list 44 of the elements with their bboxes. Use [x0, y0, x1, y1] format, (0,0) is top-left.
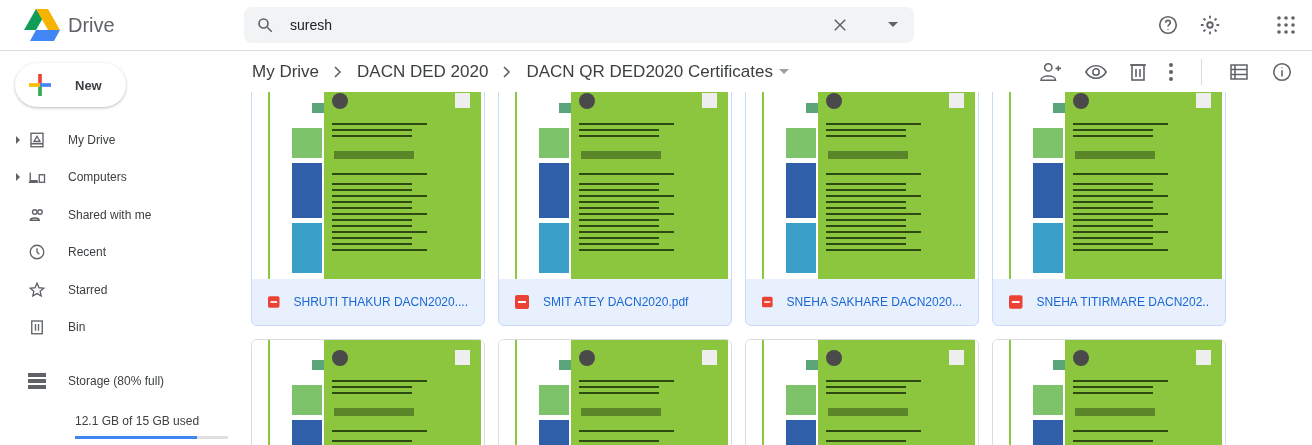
sidebar-item[interactable]: Shared with me: [0, 196, 240, 234]
file-card[interactable]: SNEHA SAKHARE DACN2020...: [745, 92, 979, 326]
sidebar-item[interactable]: My Drive: [0, 121, 240, 159]
star-icon: [28, 280, 46, 299]
file-card[interactable]: SNEHA TITIRMARE DACN202..: [992, 92, 1226, 326]
clock-icon: [28, 243, 46, 262]
file-name: SHRUTI THAKUR DACN2020....: [252, 279, 484, 325]
search-input[interactable]: suresh: [288, 16, 814, 34]
plus-icon: [29, 74, 51, 96]
app-name: Drive: [68, 13, 115, 37]
chevron-icon: [333, 65, 344, 78]
bin-icon: [28, 318, 46, 337]
new-button[interactable]: New: [15, 63, 126, 107]
pdf-icon: [1009, 295, 1023, 309]
pdf-icon: [762, 295, 773, 309]
sidebar-item[interactable]: Starred: [0, 271, 240, 309]
breadcrumb-item[interactable]: My Drive: [252, 61, 320, 82]
drive-icon: [28, 130, 46, 149]
chevron-icon: [502, 65, 513, 78]
storage-icon: [28, 372, 46, 389]
sidebar-item[interactable]: Bin: [0, 308, 240, 346]
search-icon: [256, 16, 274, 34]
pdf-icon: [268, 295, 280, 309]
breadcrumb-item[interactable]: DACN QR DED2020 Certificates: [526, 61, 789, 82]
sidebar-item[interactable]: Computers: [0, 158, 240, 196]
apps-button[interactable]: [1274, 13, 1298, 37]
caret-icon: [778, 68, 789, 75]
more-icon: [1169, 62, 1173, 81]
search-field[interactable]: suresh: [244, 7, 914, 43]
expand-icon[interactable]: [14, 135, 22, 144]
file-card[interactable]: SMIT ATEY DACN2020.pdf: [498, 92, 732, 326]
drive-logo-icon: [24, 9, 60, 41]
sidebar-item[interactable]: Recent: [0, 233, 240, 271]
breadcrumb-item[interactable]: DACN DED 2020: [357, 61, 489, 82]
file-name: SNEHA SAKHARE DACN2020...: [746, 279, 978, 325]
expand-icon[interactable]: [14, 173, 22, 182]
caret-icon: [887, 21, 899, 29]
pdf-icon: [515, 295, 529, 309]
storage-usage: 12.1 GB of 15 GB used: [75, 413, 201, 428]
file-name: SMIT ATEY DACN2020.pdf: [499, 279, 731, 325]
close-icon: [831, 16, 849, 34]
file-card[interactable]: SHRUTI THAKUR DACN2020....: [251, 92, 485, 326]
file-name: SNEHA TITIRMARE DACN202..: [993, 279, 1225, 325]
storage-item[interactable]: Storage (80% full): [0, 362, 240, 400]
